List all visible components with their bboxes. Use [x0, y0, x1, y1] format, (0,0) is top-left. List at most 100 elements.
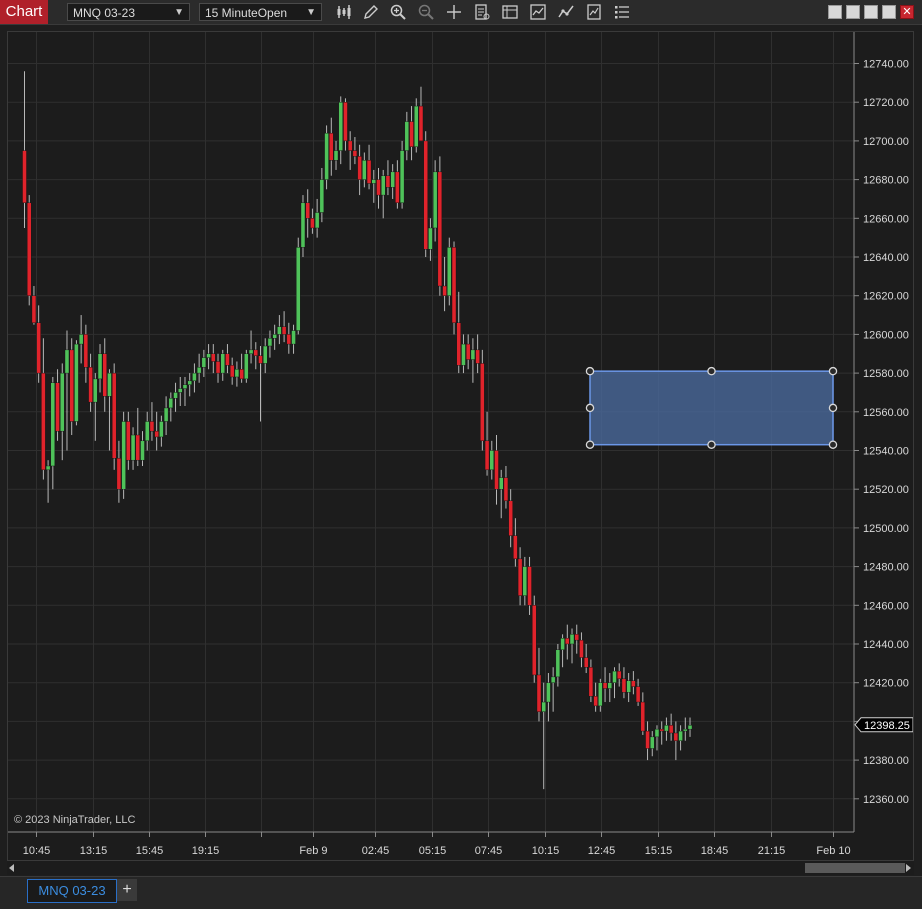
rectangle-resize-handle[interactable] [828, 403, 838, 413]
indicators-icon[interactable] [557, 3, 575, 21]
scrollbar-thumb[interactable] [805, 863, 905, 873]
candle-body [272, 334, 277, 339]
rectangle-resize-handle[interactable] [585, 440, 595, 449]
candle [508, 489, 513, 548]
candle-body [229, 365, 235, 378]
candle [305, 189, 310, 238]
add-tab-button[interactable]: + [117, 879, 137, 901]
tab-bar: MNQ 03-23 + [0, 876, 922, 909]
candle [418, 86, 424, 142]
crosshair-icon[interactable] [445, 3, 463, 21]
candle-body [338, 101, 343, 151]
candle-body [508, 500, 513, 536]
scroll-left-icon[interactable] [9, 864, 14, 872]
candle-body [314, 212, 320, 229]
tile-window-button[interactable] [828, 5, 842, 19]
tab-mnq-03-23[interactable]: MNQ 03-23 [27, 879, 117, 903]
strategies-icon[interactable] [529, 3, 547, 21]
candle-body [631, 680, 636, 687]
candle-body [546, 682, 551, 703]
rectangle-resize-handle[interactable] [828, 440, 838, 449]
zoom-in-icon[interactable] [389, 3, 407, 21]
candle [650, 731, 655, 757]
candle [536, 647, 542, 722]
properties-icon[interactable] [473, 3, 491, 21]
y-tick-label: 12660.00 [863, 213, 909, 225]
rectangle-resize-handle[interactable] [585, 366, 595, 376]
candle-body [286, 334, 292, 345]
chart-label: Chart [0, 0, 48, 24]
candle-body [659, 728, 664, 732]
candle-body [494, 450, 499, 490]
candle-body [499, 477, 504, 490]
candle [41, 338, 46, 480]
zoom-out-icon[interactable] [417, 3, 435, 21]
candle-body [414, 105, 419, 147]
candle [145, 411, 150, 451]
candle [423, 131, 428, 257]
candle [78, 315, 84, 364]
candle [565, 624, 570, 660]
close-icon: ✕ [902, 6, 912, 18]
price-chart[interactable]: 12740.00 12720.00 12700.00 12680.00 12660.00… [8, 32, 913, 860]
candle-body [239, 369, 244, 380]
candle [475, 334, 480, 374]
list-icon[interactable] [613, 3, 631, 21]
candle [678, 725, 683, 751]
candle-body [74, 343, 79, 422]
rectangle-resize-handle[interactable] [585, 403, 595, 413]
candle [173, 382, 178, 412]
candle-body [536, 674, 542, 712]
rectangle-resize-handle[interactable] [707, 366, 716, 376]
scroll-right-icon[interactable] [906, 864, 911, 872]
candle-body [244, 353, 249, 380]
candle-body [385, 175, 391, 188]
candle-body [565, 637, 570, 645]
drawn-rectangle[interactable] [589, 370, 834, 446]
candle-body [121, 421, 126, 490]
candle-body [140, 440, 145, 461]
candle-body [371, 179, 376, 184]
pencil-draw-icon[interactable] [362, 3, 380, 21]
candle [687, 717, 693, 737]
candle-body [319, 179, 325, 213]
y-tick-label: 12420.00 [863, 678, 909, 690]
chart-panel[interactable]: 12740.00 12720.00 12700.00 12680.00 12660.00… [7, 31, 914, 861]
candle-body [258, 355, 263, 364]
candle [645, 721, 650, 761]
candle-body [310, 218, 315, 229]
candle [314, 198, 320, 238]
instrument-selector[interactable]: MNQ 03-23 ▼ [67, 3, 190, 21]
candle [211, 344, 216, 374]
candle [366, 144, 372, 190]
restore-layout-button[interactable] [846, 5, 860, 19]
horizontal-scrollbar[interactable] [7, 861, 914, 875]
candle [319, 167, 325, 223]
data-box-icon[interactable] [585, 3, 603, 21]
bars-type-icon[interactable] [335, 3, 353, 21]
candle [126, 411, 131, 470]
candle [159, 415, 164, 447]
candle [234, 361, 240, 387]
rectangle-resize-handle[interactable] [828, 366, 838, 376]
candle-body [522, 566, 528, 596]
candle [130, 427, 136, 470]
candle-body [480, 363, 485, 442]
minimize-button[interactable] [864, 5, 878, 19]
candle-body [69, 349, 74, 422]
candle [465, 334, 471, 370]
candle [220, 349, 225, 381]
rectangle-resize-handle[interactable] [707, 440, 716, 449]
candle [187, 373, 192, 397]
candle-body [201, 357, 207, 368]
candle [631, 671, 636, 695]
candle-body [27, 202, 32, 296]
templates-icon[interactable] [501, 3, 519, 21]
y-tick-label: 12360.00 [863, 794, 909, 806]
close-button[interactable]: ✕ [900, 5, 914, 19]
candle-body [687, 725, 693, 730]
maximize-button[interactable] [882, 5, 896, 19]
candle-body [116, 458, 122, 490]
candle [362, 152, 367, 188]
interval-selector[interactable]: 15 MinuteOpen ▼ [199, 3, 322, 21]
